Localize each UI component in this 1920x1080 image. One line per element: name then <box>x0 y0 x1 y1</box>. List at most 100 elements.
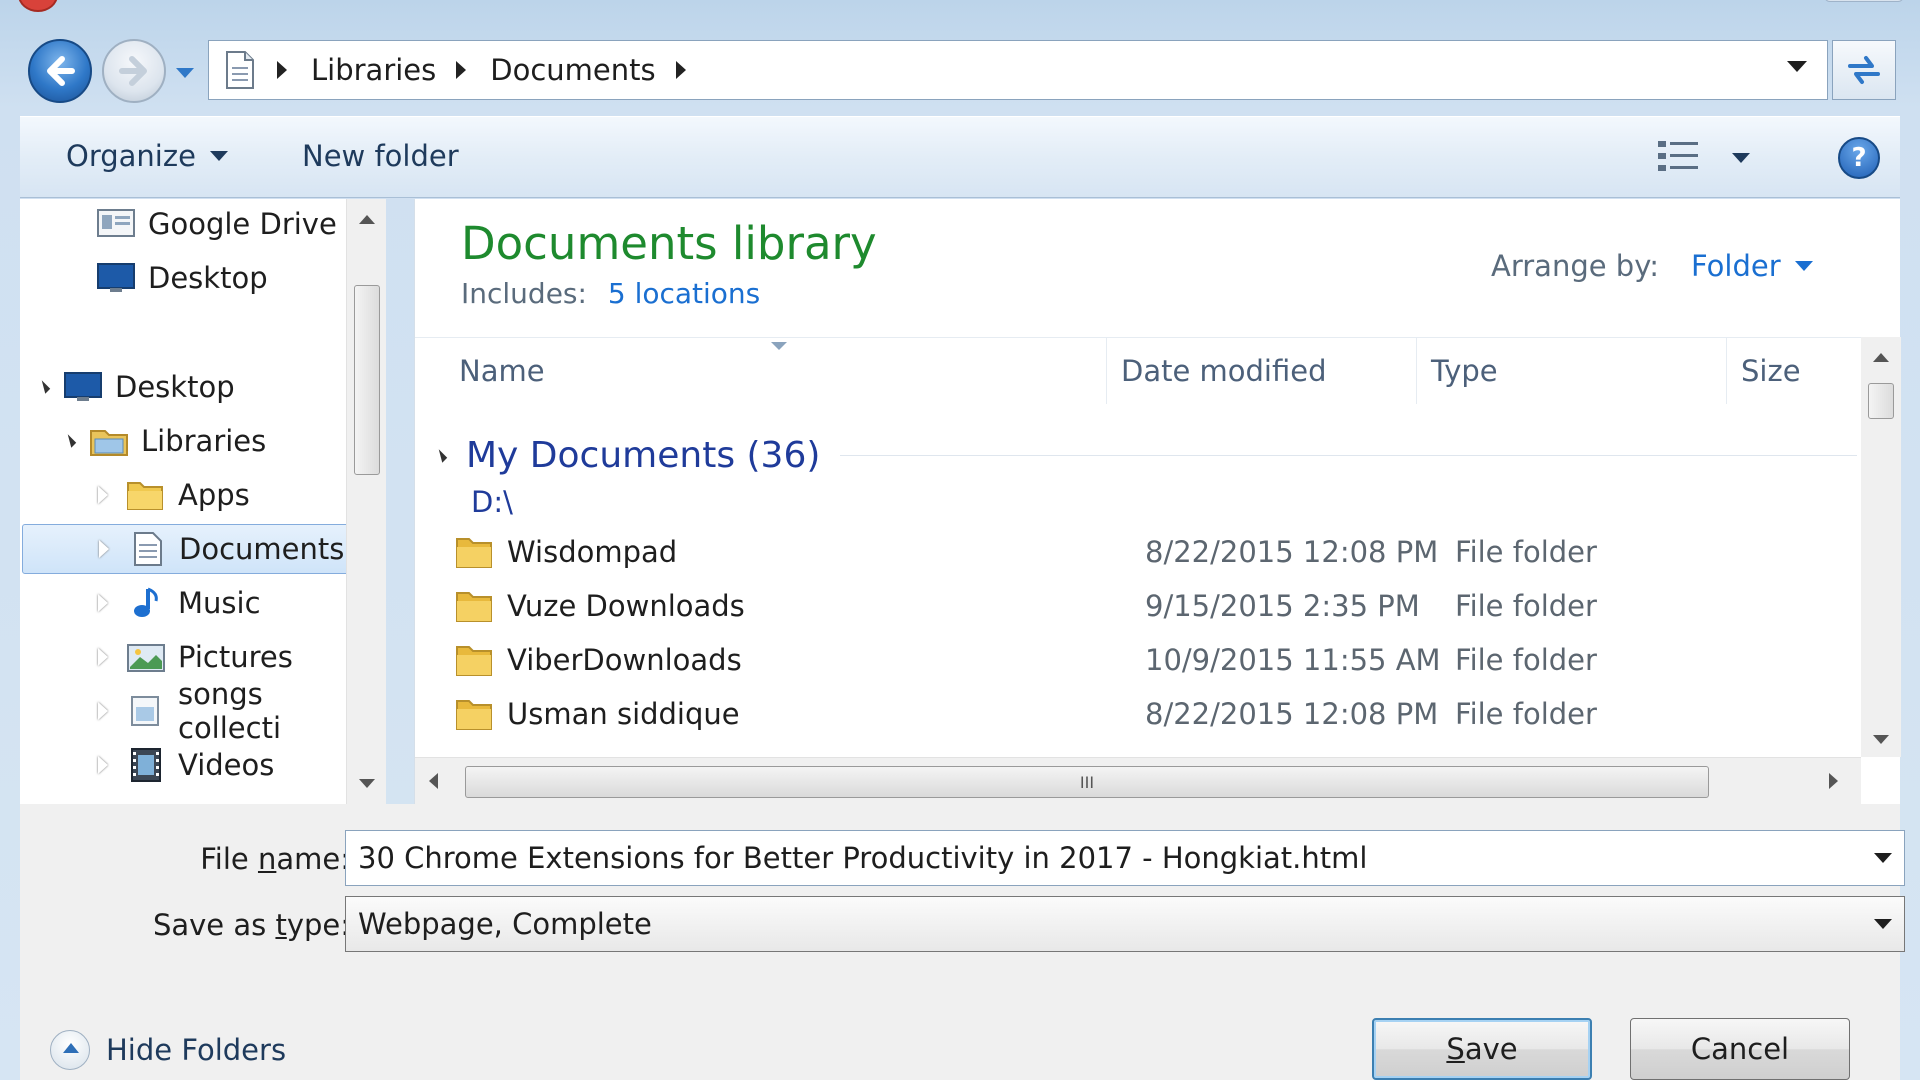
tree-item-libraries[interactable]: Libraries <box>62 416 266 466</box>
file-date: 9/15/2015 2:35 PM <box>1145 589 1420 623</box>
forward-button[interactable] <box>102 39 166 103</box>
save-dialog-window: Libraries Documents Organize New folder <box>0 0 1920 1080</box>
refresh-button[interactable] <box>1832 40 1896 100</box>
navigation-pane: Google Drive Desktop Desktop Libraries A… <box>20 199 366 804</box>
folder-icon <box>456 592 492 622</box>
google-drive-icon <box>97 209 135 237</box>
scrollbar-grip-icon: III <box>1079 772 1095 792</box>
tree-item-label: Apps <box>178 478 250 512</box>
file-name-input[interactable]: 30 Chrome Extensions for Better Producti… <box>345 830 1905 886</box>
file-date: 10/9/2015 11:55 AM <box>1145 643 1441 677</box>
back-arrow-icon <box>47 56 75 86</box>
file-name-cell: Vuze Downloads <box>455 589 745 623</box>
address-history-dropdown-icon[interactable] <box>1787 61 1807 72</box>
tree-item-label: Pictures <box>178 640 293 674</box>
close-window-icon[interactable] <box>18 0 58 12</box>
file-date: 8/22/2015 12:08 PM <box>1145 535 1439 569</box>
column-header-date-modified[interactable]: Date modified <box>1107 338 1417 404</box>
file-list-horizontal-scrollbar[interactable]: III <box>415 757 1861 804</box>
collapsed-triangle-icon[interactable] <box>99 540 109 558</box>
scroll-down-icon[interactable] <box>1873 735 1889 744</box>
scrollbar-thumb[interactable]: III <box>465 766 1709 798</box>
collapsed-triangle-icon[interactable] <box>98 594 108 612</box>
recent-locations-dropdown-icon[interactable] <box>172 60 198 86</box>
library-title: Documents library <box>461 217 877 270</box>
column-header-type[interactable]: Type <box>1417 338 1727 404</box>
column-header-size[interactable]: Size <box>1727 338 1861 404</box>
column-header-label: Date modified <box>1121 354 1327 388</box>
scrollbar-thumb[interactable] <box>354 285 380 475</box>
navigation-pane-scrollbar[interactable] <box>346 199 386 804</box>
view-options-dropdown-icon[interactable] <box>1732 153 1750 163</box>
breadcrumb-separator-icon[interactable] <box>277 61 287 79</box>
column-header-name[interactable]: Name <box>445 338 1107 404</box>
organize-label: Organize <box>66 139 196 173</box>
help-button[interactable]: ? <box>1838 137 1880 179</box>
window-frame-corner <box>1824 0 1904 2</box>
tree-item-label: songs collecti <box>178 677 282 745</box>
tree-item-desktop[interactable]: Desktop <box>36 362 235 412</box>
group-collapse-icon[interactable] <box>433 448 448 463</box>
save-button[interactable]: Save <box>1372 1018 1592 1080</box>
breadcrumb-separator-icon[interactable] <box>456 61 467 79</box>
organize-menu-button[interactable]: Organize <box>66 139 228 173</box>
scroll-right-icon[interactable] <box>1829 773 1838 789</box>
scroll-up-icon[interactable] <box>359 215 375 224</box>
collapsed-triangle-icon[interactable] <box>98 702 108 720</box>
arrange-by-value[interactable]: Folder <box>1691 249 1781 283</box>
back-button[interactable] <box>28 39 92 103</box>
tree-item-songs-collection[interactable]: songs collecti <box>98 677 366 745</box>
file-name-cell: ViberDownloads <box>455 643 742 677</box>
tree-item-music[interactable]: Music <box>98 578 261 628</box>
file-row[interactable]: Wisdompad 8/22/2015 12:08 PM File folder <box>455 525 1855 579</box>
save-as-type-label: Save as type: <box>152 908 350 942</box>
arrange-by-control: Arrange by: Folder <box>1491 249 1813 283</box>
breadcrumb-separator-icon[interactable] <box>675 61 686 79</box>
chevron-down-icon[interactable] <box>1794 261 1813 271</box>
tree-item-apps[interactable]: Apps <box>98 470 250 520</box>
tree-item-label: Music <box>178 586 261 620</box>
scroll-down-icon[interactable] <box>359 779 375 788</box>
file-list-vertical-scrollbar[interactable] <box>1861 337 1901 757</box>
library-includes: Includes: 5 locations <box>461 277 760 310</box>
change-view-icon[interactable] <box>1656 137 1702 177</box>
collapsed-triangle-icon[interactable] <box>98 486 108 504</box>
file-row[interactable]: ViberDownloads 10/9/2015 11:55 AM File f… <box>455 633 1855 687</box>
tree-item-videos[interactable]: Videos <box>98 740 274 790</box>
scrollbar-thumb[interactable] <box>1868 383 1894 419</box>
tree-item-documents[interactable]: Documents <box>22 524 364 574</box>
new-folder-button[interactable]: New folder <box>302 139 459 173</box>
tree-item-pictures[interactable]: Pictures <box>98 632 293 682</box>
breadcrumb-documents[interactable]: Documents <box>490 53 655 87</box>
column-header-row: Name Date modified Type Size <box>415 337 1861 404</box>
expanded-triangle-icon[interactable] <box>36 380 51 394</box>
file-row[interactable]: Vuze Downloads 9/15/2015 2:35 PM File fo… <box>455 579 1855 633</box>
collapsed-triangle-icon[interactable] <box>98 648 108 666</box>
file-list-pane: Documents library Includes: 5 locations … <box>414 199 1901 804</box>
column-header-label: Name <box>459 354 545 388</box>
breadcrumb-libraries[interactable]: Libraries <box>311 53 436 87</box>
column-header-label: Size <box>1741 354 1801 388</box>
address-bar[interactable]: Libraries Documents <box>208 40 1828 100</box>
file-type: File folder <box>1455 697 1597 731</box>
group-divider <box>840 455 1857 456</box>
chevron-down-icon[interactable] <box>1874 853 1892 863</box>
save-as-type-select[interactable]: Webpage, Complete <box>345 896 1905 952</box>
libraries-icon <box>90 430 128 456</box>
cancel-button[interactable]: Cancel <box>1630 1018 1850 1080</box>
tree-item-desktop-favorite[interactable]: Desktop <box>96 253 268 303</box>
group-header[interactable]: My Documents (36) <box>433 435 1857 476</box>
scroll-left-icon[interactable] <box>429 773 438 789</box>
file-row[interactable]: Usman siddique 8/22/2015 12:08 PM File f… <box>455 687 1855 741</box>
scroll-up-icon[interactable] <box>1873 353 1889 362</box>
column-header-label: Type <box>1431 354 1498 388</box>
locations-link[interactable]: 5 locations <box>608 277 760 310</box>
file-name-label: File name: <box>200 842 350 876</box>
expanded-triangle-icon[interactable] <box>62 434 77 448</box>
file-name-cell: Wisdompad <box>455 535 677 569</box>
collapsed-triangle-icon[interactable] <box>98 756 108 774</box>
tree-item-google-drive[interactable]: Google Drive <box>96 199 337 249</box>
hide-folders-label: Hide Folders <box>106 1033 287 1067</box>
chevron-down-icon[interactable] <box>1874 919 1892 929</box>
hide-folders-button[interactable]: Hide Folders <box>50 1030 286 1070</box>
